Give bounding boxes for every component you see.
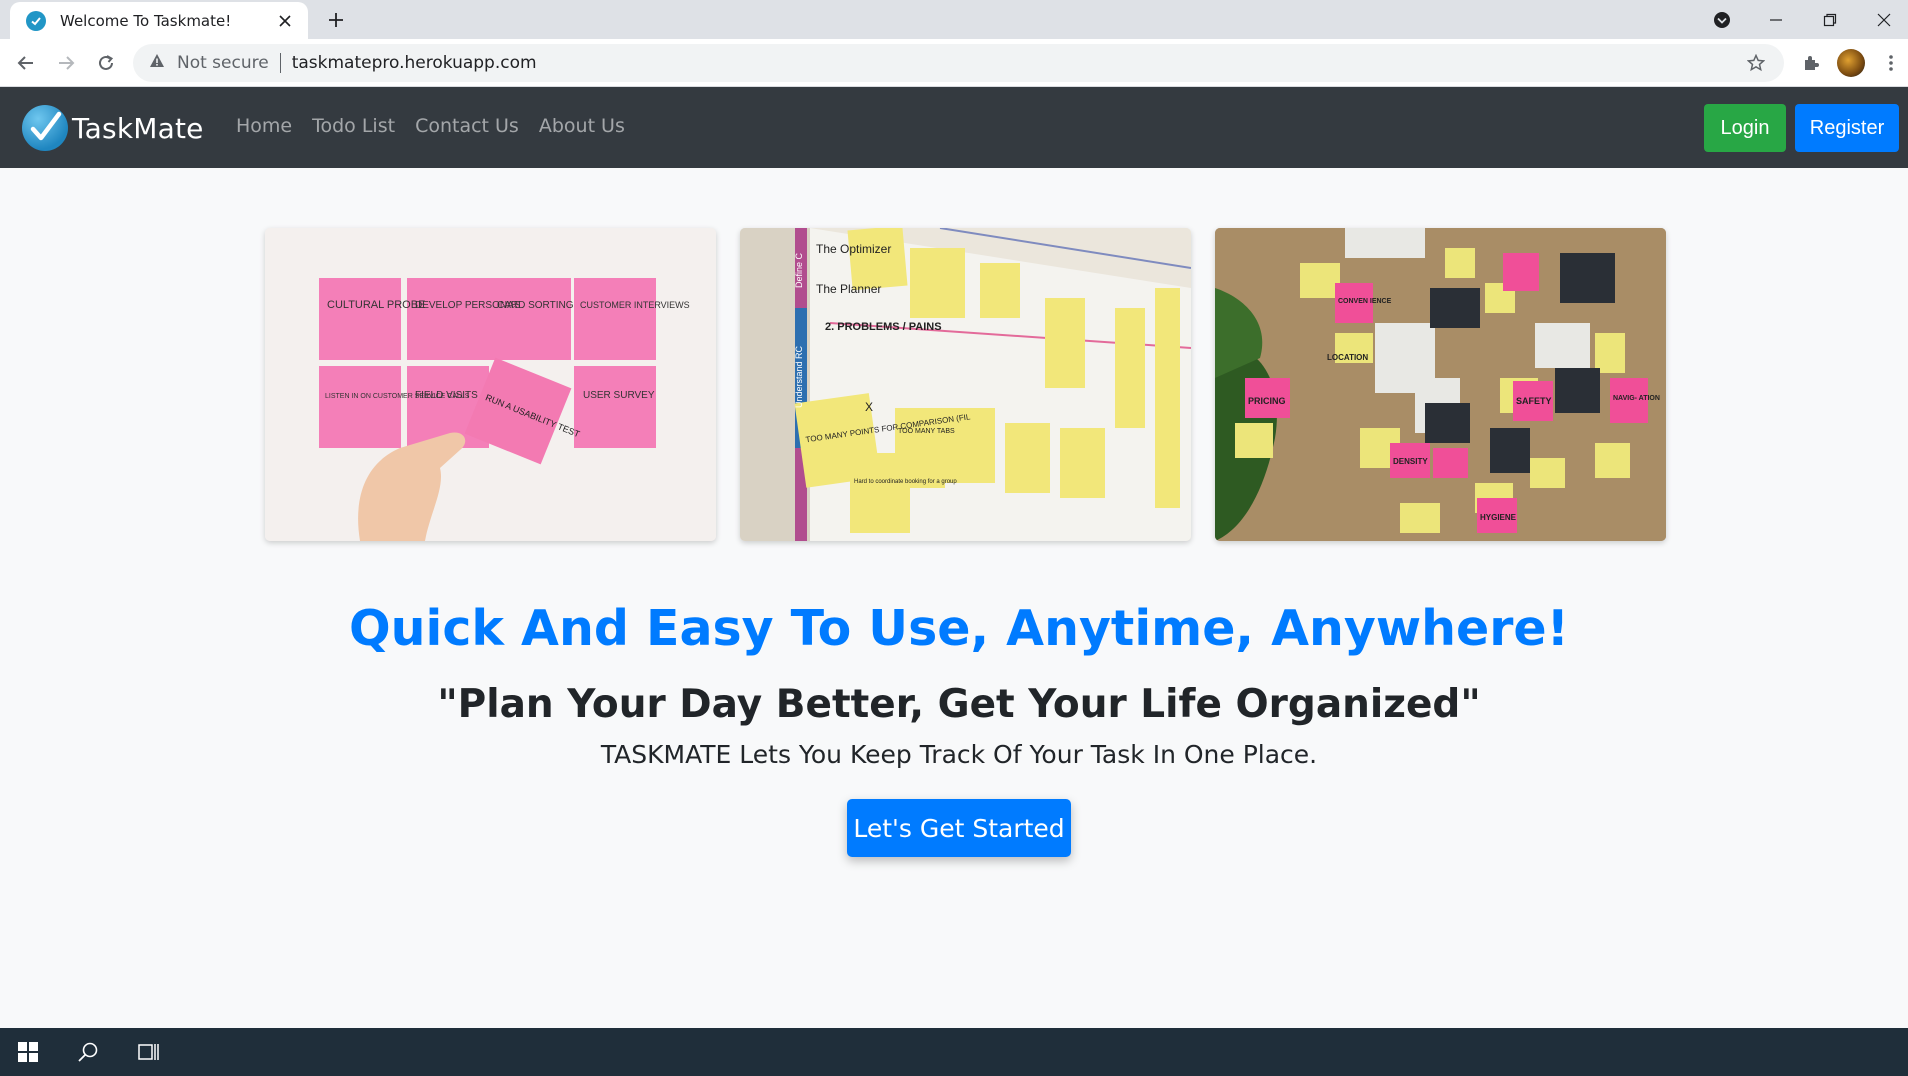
tab-title: Welcome To Taskmate! xyxy=(60,11,232,30)
star-icon[interactable] xyxy=(1744,51,1768,75)
window-close-icon[interactable] xyxy=(1857,0,1908,39)
reload-icon[interactable] xyxy=(90,47,122,79)
favicon-check-icon xyxy=(26,10,46,31)
board-optimizer: The Optimizer xyxy=(816,242,891,256)
board-problems: 2. PROBLEMS / PAINS xyxy=(825,321,942,333)
avatar-button[interactable] xyxy=(1835,47,1867,79)
board-x: X xyxy=(865,400,873,414)
board-hard-to-coordinate: Hard to coordinate booking for a group xyxy=(854,479,957,485)
cork-location: LOCATION xyxy=(1327,353,1368,362)
login-button[interactable]: Login xyxy=(1704,104,1786,152)
note-card-sorting: CARD SORTING xyxy=(497,300,574,311)
board-too-many-tabs: TOO MANY TABS xyxy=(898,428,955,435)
address-bar[interactable]: Not secure taskmatepro.herokuapp.com xyxy=(133,44,1784,82)
avatar xyxy=(1837,49,1865,77)
browser-tab-strip: Welcome To Taskmate! xyxy=(0,0,1908,39)
checkmark-logo-icon xyxy=(22,105,68,151)
tab-search-icon[interactable] xyxy=(1708,6,1736,34)
browser-toolbar: Not secure taskmatepro.herokuapp.com xyxy=(0,39,1908,87)
address-separator xyxy=(279,53,281,73)
kebab-menu-icon[interactable] xyxy=(1875,47,1907,79)
brand-link[interactable]: TaskMate xyxy=(22,105,204,151)
back-arrow-icon[interactable] xyxy=(10,47,42,79)
url-text[interactable]: taskmatepro.herokuapp.com xyxy=(292,53,537,73)
nav-links: Home Todo List Contact Us About Us xyxy=(236,115,645,137)
cork-navigation: NAVIG- ATION xyxy=(1613,395,1660,402)
cork-safety: SAFETY xyxy=(1516,396,1552,406)
board-planner: The Planner xyxy=(816,282,881,296)
nav-link-contact-us[interactable]: Contact Us xyxy=(415,115,519,137)
hero-subtitle: TASKMATE Lets You Keep Track Of Your Tas… xyxy=(600,740,1318,769)
warning-icon[interactable] xyxy=(149,53,165,73)
puzzle-icon[interactable] xyxy=(1795,47,1827,79)
hero-quote: "Plan Your Day Better, Get Your Life Org… xyxy=(437,682,1481,727)
search-icon[interactable] xyxy=(66,1036,110,1068)
nav-link-about-us[interactable]: About Us xyxy=(539,115,625,137)
forward-arrow-icon[interactable] xyxy=(50,47,82,79)
board-define: Define C xyxy=(794,252,804,288)
cork-hygiene: HYGIENE xyxy=(1480,513,1517,522)
note-field-visits: FIELD VISITS xyxy=(415,390,478,401)
board-understand: Understand RC xyxy=(794,345,804,408)
hero-title: Quick And Easy To Use, Anytime, Anywhere… xyxy=(349,600,1569,657)
note-user-survey: USER SURVEY xyxy=(583,390,655,401)
windows-start-icon[interactable] xyxy=(6,1036,50,1068)
restore-icon[interactable] xyxy=(1803,0,1857,39)
task-view-icon[interactable] xyxy=(126,1036,170,1068)
note-customer-interviews: CUSTOMER INTERVIEWS xyxy=(580,300,690,310)
nav-link-home[interactable]: Home xyxy=(236,115,292,137)
corkboard-image: PRICING LOCATION CONVEN IENCE SAFETY NAV… xyxy=(1215,228,1666,541)
cork-convenience: CONVEN IENCE xyxy=(1338,298,1392,305)
windows-taskbar xyxy=(0,1028,1908,1076)
sticky-notes-image: CULTURAL PROBE DEVELOP PERSONAS CARD SOR… xyxy=(265,228,716,541)
brand-name: TaskMate xyxy=(72,111,204,145)
close-icon[interactable] xyxy=(274,10,296,32)
nav-link-todo-list[interactable]: Todo List xyxy=(312,115,395,137)
site-navbar: TaskMate Home Todo List Contact Us About… xyxy=(0,87,1908,168)
browser-tab[interactable]: Welcome To Taskmate! xyxy=(10,2,308,39)
cork-pricing: PRICING xyxy=(1248,396,1286,406)
register-button[interactable]: Register xyxy=(1795,104,1899,152)
whiteboard-image: The Optimizer The Planner Define C 2. PR… xyxy=(740,228,1191,541)
get-started-button[interactable]: Let's Get Started xyxy=(847,799,1071,857)
plus-icon[interactable] xyxy=(322,6,350,34)
minimize-icon[interactable] xyxy=(1749,0,1803,39)
security-label[interactable]: Not secure xyxy=(177,53,269,73)
note-cultural-probe: CULTURAL PROBE xyxy=(327,299,425,311)
cork-density: DENSITY xyxy=(1393,457,1428,466)
